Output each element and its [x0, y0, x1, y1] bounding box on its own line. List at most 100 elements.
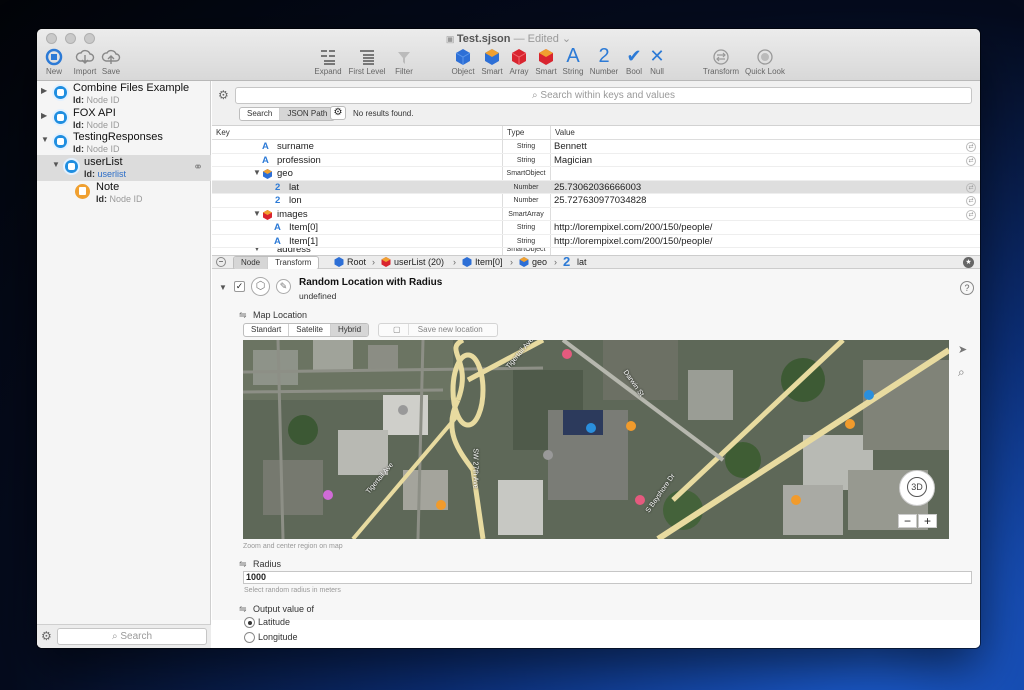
map-section-label: Map Location: [253, 310, 308, 320]
number-type-icon: 2: [563, 254, 571, 269]
sidebar-item-note[interactable]: Note Id: Node ID: [37, 180, 211, 206]
expand-button[interactable]: Expand: [313, 45, 343, 76]
star-icon[interactable]: ★: [963, 257, 974, 268]
map-mode-standart[interactable]: Standart: [244, 324, 290, 336]
table-header: Key Type Value: [212, 126, 980, 140]
collapse-icon[interactable]: −: [216, 257, 226, 267]
sidebar-item-testing-responses[interactable]: ▼ TestingResponses Id: Node ID: [37, 130, 211, 156]
sliders-icon: ⇋: [239, 559, 247, 569]
sidebar-search-input[interactable]: ⌕ Search: [57, 628, 207, 645]
table-row[interactable]: 2 lon Number 25.727630977034828 ⇄: [212, 194, 980, 208]
breadcrumb-item[interactable]: userList (20): [394, 257, 444, 267]
radius-input[interactable]: 1000: [243, 571, 972, 584]
column-key[interactable]: Key: [216, 128, 230, 137]
add-array-button[interactable]: Array: [506, 45, 532, 76]
add-bool-button[interactable]: ✔ Bool: [622, 45, 646, 76]
main-area: ⚙ ⌕ Search within keys and values Search…: [212, 81, 980, 648]
transform-row-icon[interactable]: ⇄: [966, 142, 976, 152]
disclosure-right-icon[interactable]: ▶: [41, 111, 47, 120]
toolbar: ▣ Test.sjson — Edited ⌄ New Import Save …: [37, 29, 980, 81]
zoom-in-button[interactable]: +: [918, 514, 937, 528]
sidebar-item-fox-api[interactable]: ▶ FOX API Id: Node ID: [37, 106, 211, 132]
table-row[interactable]: ▼ address SmartObject: [212, 248, 980, 255]
transform-row-icon[interactable]: ⇄: [966, 196, 976, 206]
table-row[interactable]: ▼ images SmartArray ⇄: [212, 208, 980, 221]
disclosure-down-icon[interactable]: ▼: [52, 160, 60, 169]
filter-button[interactable]: Filter: [392, 45, 416, 76]
disclosure-down-icon[interactable]: ▼: [253, 248, 261, 253]
map-view[interactable]: Tigertail Ave SW 27th Ave Tigertail Ave …: [243, 340, 949, 539]
gear-icon[interactable]: ⚙: [41, 629, 52, 643]
array-cube-icon: [381, 257, 391, 269]
panel-mode-toggle: Node Transform: [233, 256, 320, 270]
disclosure-down-icon[interactable]: ▼: [41, 135, 49, 144]
column-type[interactable]: Type: [507, 128, 524, 137]
disclosure-down-icon[interactable]: ▼: [253, 209, 261, 218]
map-hint: Zoom and center region on map: [243, 543, 343, 550]
enable-transform-checkbox[interactable]: ✓: [234, 281, 245, 292]
new-button[interactable]: New: [43, 45, 65, 76]
tab-node[interactable]: Node: [234, 257, 269, 269]
jsonpath-mode-button[interactable]: JSON Path: [280, 108, 335, 120]
column-value[interactable]: Value: [555, 128, 575, 137]
null-icon: ✕: [649, 46, 665, 66]
sidebar-item-userlist[interactable]: ▼ userList Id: userlist ⚭: [37, 155, 211, 181]
disclosure-down-icon[interactable]: ▼: [253, 168, 261, 177]
tab-transform[interactable]: Transform: [268, 257, 318, 269]
number-type-icon: 2: [275, 181, 281, 193]
array-cube-icon: [506, 45, 532, 67]
location-arrow-icon[interactable]: ➤: [958, 343, 967, 356]
transform-button[interactable]: Transform: [701, 45, 741, 76]
gear-icon[interactable]: ⚙: [218, 88, 229, 102]
breadcrumb-item[interactable]: geo: [532, 257, 547, 267]
disclosure-right-icon[interactable]: ▶: [41, 86, 47, 95]
import-button[interactable]: Import: [70, 45, 100, 76]
sidebar-item-combine-files[interactable]: ▶ Combine Files Example Id: Node ID: [37, 81, 211, 107]
smart-object-icon: [519, 257, 529, 269]
search-icon[interactable]: ⌕: [958, 365, 965, 380]
add-number-button[interactable]: 2 Number: [587, 45, 621, 76]
add-object-button[interactable]: Object: [450, 45, 476, 76]
breadcrumb-separator-icon: ›: [510, 257, 513, 267]
table-row[interactable]: ▼ geo SmartObject: [212, 167, 980, 181]
table-row[interactable]: A surname String Bennett ⇄: [212, 140, 980, 154]
edit-icon[interactable]: ✎: [276, 279, 291, 294]
breadcrumb-item[interactable]: Root: [347, 257, 366, 267]
search-mode-button[interactable]: Search: [240, 108, 281, 120]
quick-look-button[interactable]: Quick Look: [743, 45, 787, 76]
transform-row-icon[interactable]: ⇄: [966, 182, 976, 193]
map-mode-hybrid[interactable]: Hybrid: [330, 324, 369, 336]
node-icon: [63, 158, 80, 175]
smart-object-icon: [479, 45, 505, 67]
table-row-selected[interactable]: 2 lat Number 25.73062036666003 ⇄: [212, 180, 980, 194]
add-smart-array-button[interactable]: Smart: [533, 45, 559, 76]
map-mode-satelite[interactable]: Satelite: [289, 324, 331, 336]
transform-row-icon[interactable]: ⇄: [966, 155, 976, 166]
first-level-button[interactable]: First Level: [347, 45, 387, 76]
add-null-button[interactable]: ✕ Null: [646, 45, 668, 76]
save-location-button[interactable]: ▢ Save new location: [378, 323, 498, 337]
cube-outline-icon[interactable]: ⬡: [251, 277, 270, 296]
save-button[interactable]: Save: [100, 45, 122, 76]
add-string-button[interactable]: A String: [559, 45, 587, 76]
table-row[interactable]: A Item[1] String http://lorempixel.com/2…: [212, 235, 980, 248]
settings-icon[interactable]: ⚙: [330, 106, 346, 120]
compass-3d-button[interactable]: 3D: [899, 470, 935, 506]
breadcrumb-item[interactable]: Item[0]: [475, 257, 503, 267]
disclosure-down-icon[interactable]: ▼: [219, 283, 227, 292]
latitude-radio[interactable]: [244, 617, 255, 628]
sliders-icon: ⇋: [239, 604, 247, 614]
longitude-radio[interactable]: [244, 632, 255, 643]
radius-label: Radius: [253, 559, 282, 569]
add-smart-object-button[interactable]: Smart: [479, 45, 505, 76]
table-row[interactable]: A profession String Magician ⇄: [212, 154, 980, 167]
search-input[interactable]: ⌕ Search within keys and values: [235, 87, 972, 104]
import-icon: [70, 45, 100, 67]
table-row[interactable]: A Item[0] String http://lorempixel.com/2…: [212, 221, 980, 235]
zoom-out-button[interactable]: −: [898, 514, 917, 528]
transform-row-icon[interactable]: ⇄: [966, 209, 976, 220]
help-icon[interactable]: ?: [960, 281, 974, 295]
breadcrumb-item[interactable]: lat: [577, 257, 587, 267]
output-label: Output value of: [253, 604, 315, 614]
link-icon[interactable]: ⚭: [193, 160, 203, 174]
